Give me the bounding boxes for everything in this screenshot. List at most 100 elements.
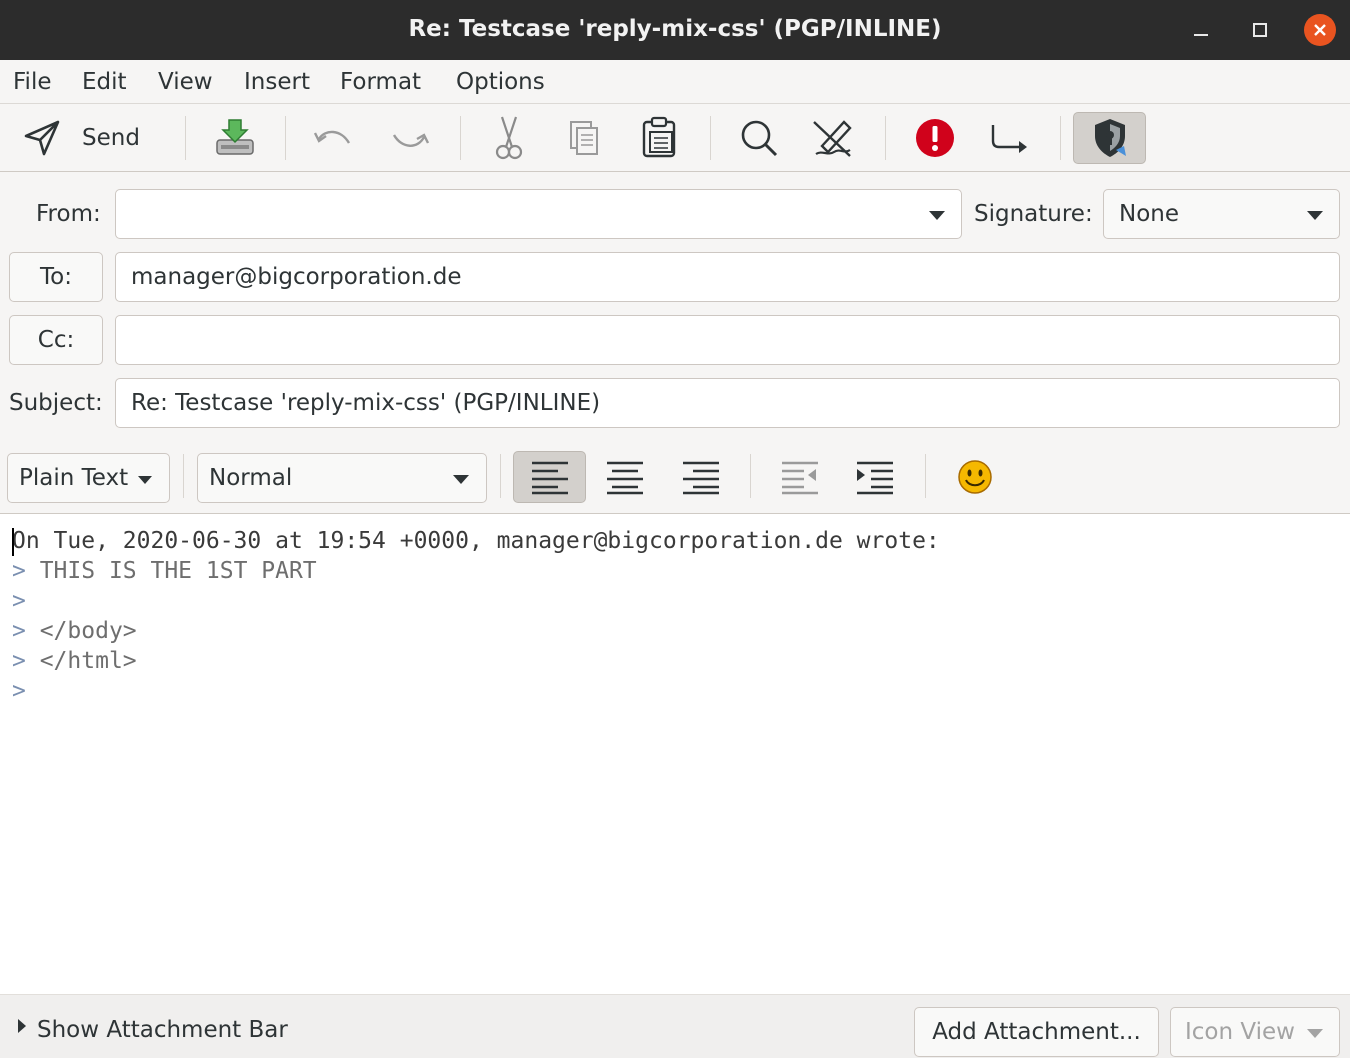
cc-button[interactable]: Cc:	[9, 315, 103, 365]
send-label: Send	[82, 125, 140, 151]
to-field[interactable]: manager@bigcorporation.de	[115, 252, 1340, 302]
redo-button[interactable]	[385, 112, 435, 164]
menu-file[interactable]: File	[13, 69, 52, 95]
send-button[interactable]: Send	[18, 112, 168, 164]
toolbar-separator	[885, 116, 886, 160]
menu-options[interactable]: Options	[456, 69, 545, 95]
copy-button[interactable]	[560, 112, 610, 164]
toolbar-separator	[710, 116, 711, 160]
indent-button[interactable]	[850, 451, 900, 503]
minimize-button[interactable]	[1185, 14, 1217, 46]
window-title: Re: Testcase 'reply-mix-css' (PGP/INLINE…	[408, 16, 942, 42]
chevron-down-icon	[929, 211, 945, 220]
find-button[interactable]	[734, 112, 784, 164]
security-button[interactable]	[1073, 112, 1146, 164]
chevron-down-icon	[138, 476, 152, 484]
to-button[interactable]: To:	[9, 252, 103, 302]
subject-value: Re: Testcase 'reply-mix-css' (PGP/INLINE…	[131, 390, 601, 416]
copy-icon	[570, 121, 598, 155]
align-center-icon	[607, 461, 643, 495]
signature-value: None	[1119, 201, 1180, 227]
show-attachment-bar-toggle[interactable]: Show Attachment Bar	[37, 1017, 288, 1043]
text-cursor	[12, 528, 14, 556]
to-value: manager@bigcorporation.de	[131, 264, 462, 290]
maximize-icon	[1253, 23, 1267, 37]
undo-icon	[313, 130, 351, 144]
return-receipt-button[interactable]	[984, 112, 1034, 164]
menu-bar: File Edit View Insert Format Options	[0, 60, 1350, 104]
find-icon	[741, 120, 778, 157]
paste-button[interactable]	[634, 112, 684, 164]
from-select[interactable]	[115, 189, 962, 239]
toolbar-separator	[750, 454, 751, 498]
toolbar-separator	[500, 454, 501, 498]
indent-icon	[857, 461, 893, 495]
menu-format[interactable]: Format	[340, 69, 421, 95]
save-button[interactable]	[210, 112, 260, 164]
close-button[interactable]	[1304, 14, 1336, 46]
toolbar-separator	[285, 116, 286, 160]
format-toolbar: Plain Text Normal	[0, 440, 1350, 514]
chevron-down-icon	[1307, 1029, 1323, 1038]
close-icon	[1314, 24, 1326, 36]
attachment-bar: Show Attachment Bar Add Attachment... Ic…	[0, 994, 1350, 1058]
body-format-value: Plain Text	[19, 465, 129, 491]
menu-insert[interactable]: Insert	[244, 69, 310, 95]
return-receipt-icon	[991, 125, 1027, 153]
paragraph-style-select[interactable]: Normal	[197, 453, 487, 503]
icon-view-select[interactable]: Icon View	[1170, 1007, 1340, 1057]
paragraph-style-value: Normal	[209, 465, 293, 491]
security-shield-icon	[1094, 119, 1126, 157]
send-icon	[24, 120, 60, 156]
paste-icon	[642, 116, 676, 158]
minimize-icon	[1194, 34, 1208, 36]
priority-button[interactable]	[910, 112, 960, 164]
cut-icon	[495, 116, 523, 160]
chevron-down-icon	[1307, 211, 1323, 220]
align-right-button[interactable]	[676, 451, 726, 503]
add-attachment-button[interactable]: Add Attachment...	[914, 1007, 1159, 1057]
align-left-icon	[531, 461, 568, 495]
message-body-editor[interactable]: On Tue, 2020-06-30 at 19:54 +0000, manag…	[0, 514, 1350, 994]
cc-field[interactable]	[115, 315, 1340, 365]
body-line: > </html>	[12, 648, 137, 674]
icon-view-value: Icon View	[1185, 1019, 1295, 1045]
from-label: From:	[36, 201, 101, 227]
outdent-icon	[782, 461, 818, 495]
priority-icon	[916, 119, 954, 157]
subject-label: Subject:	[9, 390, 103, 416]
maximize-button[interactable]	[1244, 14, 1276, 46]
toolbar: Send	[0, 104, 1350, 172]
save-icon	[216, 119, 254, 155]
body-line: >	[12, 678, 26, 704]
undo-button[interactable]	[308, 112, 358, 164]
menu-edit[interactable]: Edit	[82, 69, 127, 95]
body-line: > THIS IS THE 1ST PART	[12, 558, 317, 584]
expand-triangle-icon	[18, 1019, 26, 1033]
signature-label: Signature:	[974, 201, 1093, 227]
body-line: >	[12, 588, 26, 614]
body-line: > </body>	[12, 618, 137, 644]
toolbar-separator	[460, 116, 461, 160]
align-left-button[interactable]	[513, 451, 586, 503]
chevron-down-icon	[453, 475, 469, 484]
body-format-select[interactable]: Plain Text	[7, 453, 170, 503]
toolbar-separator	[1060, 116, 1061, 160]
signature-select[interactable]: None	[1103, 189, 1340, 239]
cut-button[interactable]	[484, 112, 534, 164]
subject-field[interactable]: Re: Testcase 'reply-mix-css' (PGP/INLINE…	[115, 378, 1340, 428]
align-center-button[interactable]	[600, 451, 650, 503]
toolbar-separator	[925, 454, 926, 498]
align-right-icon	[683, 461, 719, 495]
redo-icon	[392, 133, 430, 147]
body-line: On Tue, 2020-06-30 at 19:54 +0000, manag…	[12, 528, 940, 554]
menu-view[interactable]: View	[158, 69, 213, 95]
title-bar: Re: Testcase 'reply-mix-css' (PGP/INLINE…	[0, 0, 1350, 60]
toolbar-separator	[185, 116, 186, 160]
insert-smiley-button[interactable]	[950, 451, 1000, 503]
smiley-icon	[958, 460, 992, 494]
spellcheck-icon	[813, 120, 852, 157]
toolbar-separator	[183, 454, 184, 498]
spellcheck-button[interactable]	[808, 112, 858, 164]
outdent-button[interactable]	[775, 451, 825, 503]
